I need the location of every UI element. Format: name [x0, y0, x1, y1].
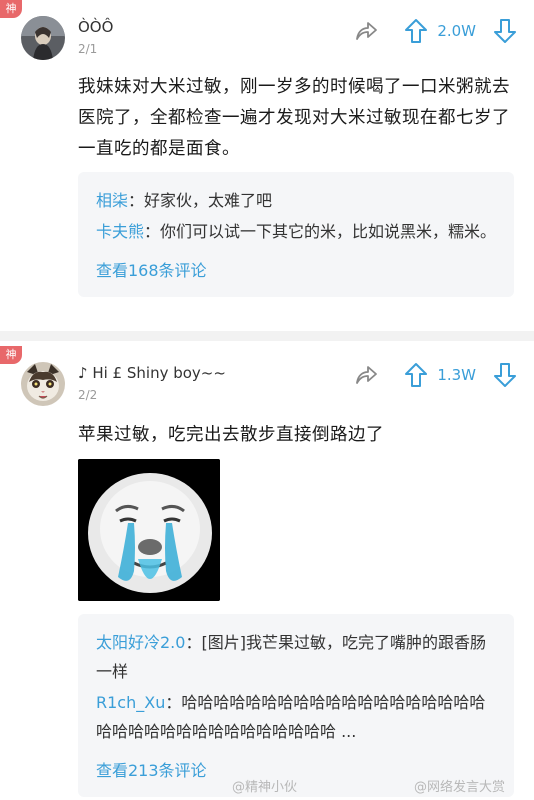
upvote-icon[interactable] — [401, 16, 431, 46]
watermark: @精神小伙 — [232, 780, 298, 795]
downvote-icon[interactable] — [490, 360, 520, 390]
reply-author[interactable]: 相柒 — [96, 191, 128, 210]
reply-item: 卡夫熊：你们可以试一下其它的米，比如说黑米，糯米。 — [96, 217, 498, 246]
view-more-comments-link[interactable]: 查看168条评论 — [96, 256, 207, 285]
downvote-icon[interactable] — [490, 16, 520, 46]
avatar[interactable] — [21, 16, 65, 60]
reply-author[interactable]: 太阳好冷2.0 — [96, 633, 185, 652]
comment-body: 苹果过敏，吃完出去散步直接倒路边了 — [78, 425, 384, 445]
reply-text: ：你们可以试一下其它的米，比如说黑米，糯米。 — [144, 222, 497, 241]
upvote-icon[interactable] — [401, 360, 431, 390]
comment-card: 神 ÒÒÔ 2/1 2.0W 我妹妹对大米过敏，刚一岁多的时候喝了一口米粥就去医… — [0, 0, 534, 338]
reply-item: R1ch_Xu：哈哈哈哈哈哈哈哈哈哈哈哈哈哈哈哈哈哈哈哈哈哈哈哈哈哈哈哈哈哈哈哈… — [96, 688, 498, 746]
share-icon[interactable] — [351, 360, 381, 390]
reply-author[interactable]: R1ch_Xu — [96, 693, 165, 712]
shen-badge: 神 — [0, 0, 22, 18]
reply-author[interactable]: 卡夫熊 — [96, 222, 144, 241]
comment-body: 我妹妹对大米过敏，刚一岁多的时候喝了一口米粥就去医院了，全都检查一遍才发现对大米… — [78, 77, 510, 159]
vote-actions: 2.0W — [351, 16, 520, 46]
reply-item: 太阳好冷2.0：[图片]我芒果过敏，吃完了嘴肿的跟香肠一样 — [96, 628, 498, 686]
share-icon[interactable] — [351, 16, 381, 46]
vote-count: 2.0W — [437, 22, 476, 40]
view-more-comments-link[interactable]: 查看213条评论 — [96, 756, 207, 785]
floor-number: 2/1 — [78, 42, 98, 56]
vote-actions: 1.3W — [351, 360, 520, 390]
reply-box: 太阳好冷2.0：[图片]我芒果过敏，吃完了嘴肿的跟香肠一样 R1ch_Xu：哈哈… — [78, 614, 514, 797]
reply-box: 相柒：好家伙，太难了吧 卡夫熊：你们可以试一下其它的米，比如说黑米，糯米。 查看… — [78, 172, 514, 297]
crying-panda-meme-image[interactable] — [78, 459, 220, 601]
vote-count: 1.3W — [437, 366, 476, 384]
avatar[interactable] — [21, 362, 65, 406]
reply-text: ：好家伙，太难了吧 — [128, 191, 273, 210]
reply-item: 相柒：好家伙，太难了吧 — [96, 186, 498, 215]
comment-card: 神 ♪ Hi £ Shiny boy~~ 2/2 1.3W 苹果过敏，吃完出去散… — [0, 338, 534, 800]
floor-number: 2/2 — [78, 388, 98, 402]
username[interactable]: ÒÒÔ — [78, 18, 113, 36]
shen-badge: 神 — [0, 346, 22, 364]
watermark: @网络发言大赏 — [414, 780, 506, 795]
username[interactable]: ♪ Hi £ Shiny boy~~ — [78, 364, 226, 382]
